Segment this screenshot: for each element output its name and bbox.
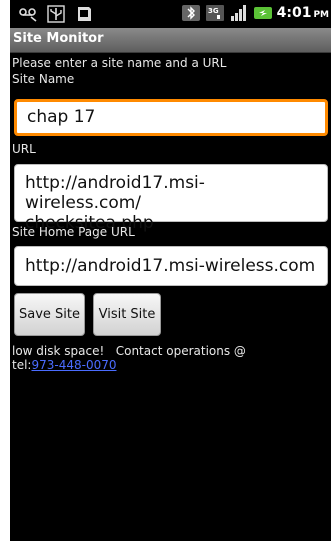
home-page-value: http://android17.msi-wireless.com — [25, 256, 316, 276]
site-name-value: chap 17 — [27, 107, 96, 127]
visit-site-button[interactable]: Visit Site — [93, 293, 161, 336]
phone-line: tel:973-448-0070 — [12, 358, 322, 372]
svg-text:3G: 3G — [208, 7, 219, 15]
site-name-label: Site Name — [12, 72, 75, 86]
home-page-input[interactable]: http://android17.msi-wireless.com — [14, 246, 328, 286]
usb-icon — [46, 5, 66, 23]
status-bar: 3G 4:01 PM — [10, 0, 331, 28]
battery-icon — [253, 4, 273, 22]
status-message-text: low disk space! Contact operations @ — [12, 344, 246, 358]
sdcard-icon — [74, 5, 94, 23]
app-title: Site Monitor — [13, 31, 104, 46]
home-page-label: Site Home Page URL — [12, 225, 135, 239]
bluetooth-icon — [181, 4, 201, 22]
phone-link[interactable]: 973-448-0070 — [31, 358, 116, 372]
url-input[interactable]: http://android17.msi-wireless.com/ check… — [14, 164, 328, 233]
voicemail-icon — [18, 5, 38, 23]
phone-screen: 3G 4:01 PM Site Monitor Please enter a s… — [10, 0, 331, 541]
save-site-button[interactable]: Save Site — [14, 293, 85, 336]
site-name-input[interactable]: chap 17 — [14, 99, 328, 136]
clock: 4:01 PM — [276, 5, 329, 21]
url-label: URL — [12, 142, 36, 156]
url-value-line1: http://android17.msi-wireless.com/ — [25, 173, 205, 213]
3g-icon: 3G — [205, 4, 225, 22]
signal-icon — [229, 4, 249, 22]
instruction-text: Please enter a site name and a URL — [12, 56, 227, 70]
title-bar: Site Monitor — [10, 28, 331, 53]
status-message: low disk space! Contact operations @ tel… — [12, 344, 322, 372]
tel-prefix: tel: — [12, 358, 32, 372]
